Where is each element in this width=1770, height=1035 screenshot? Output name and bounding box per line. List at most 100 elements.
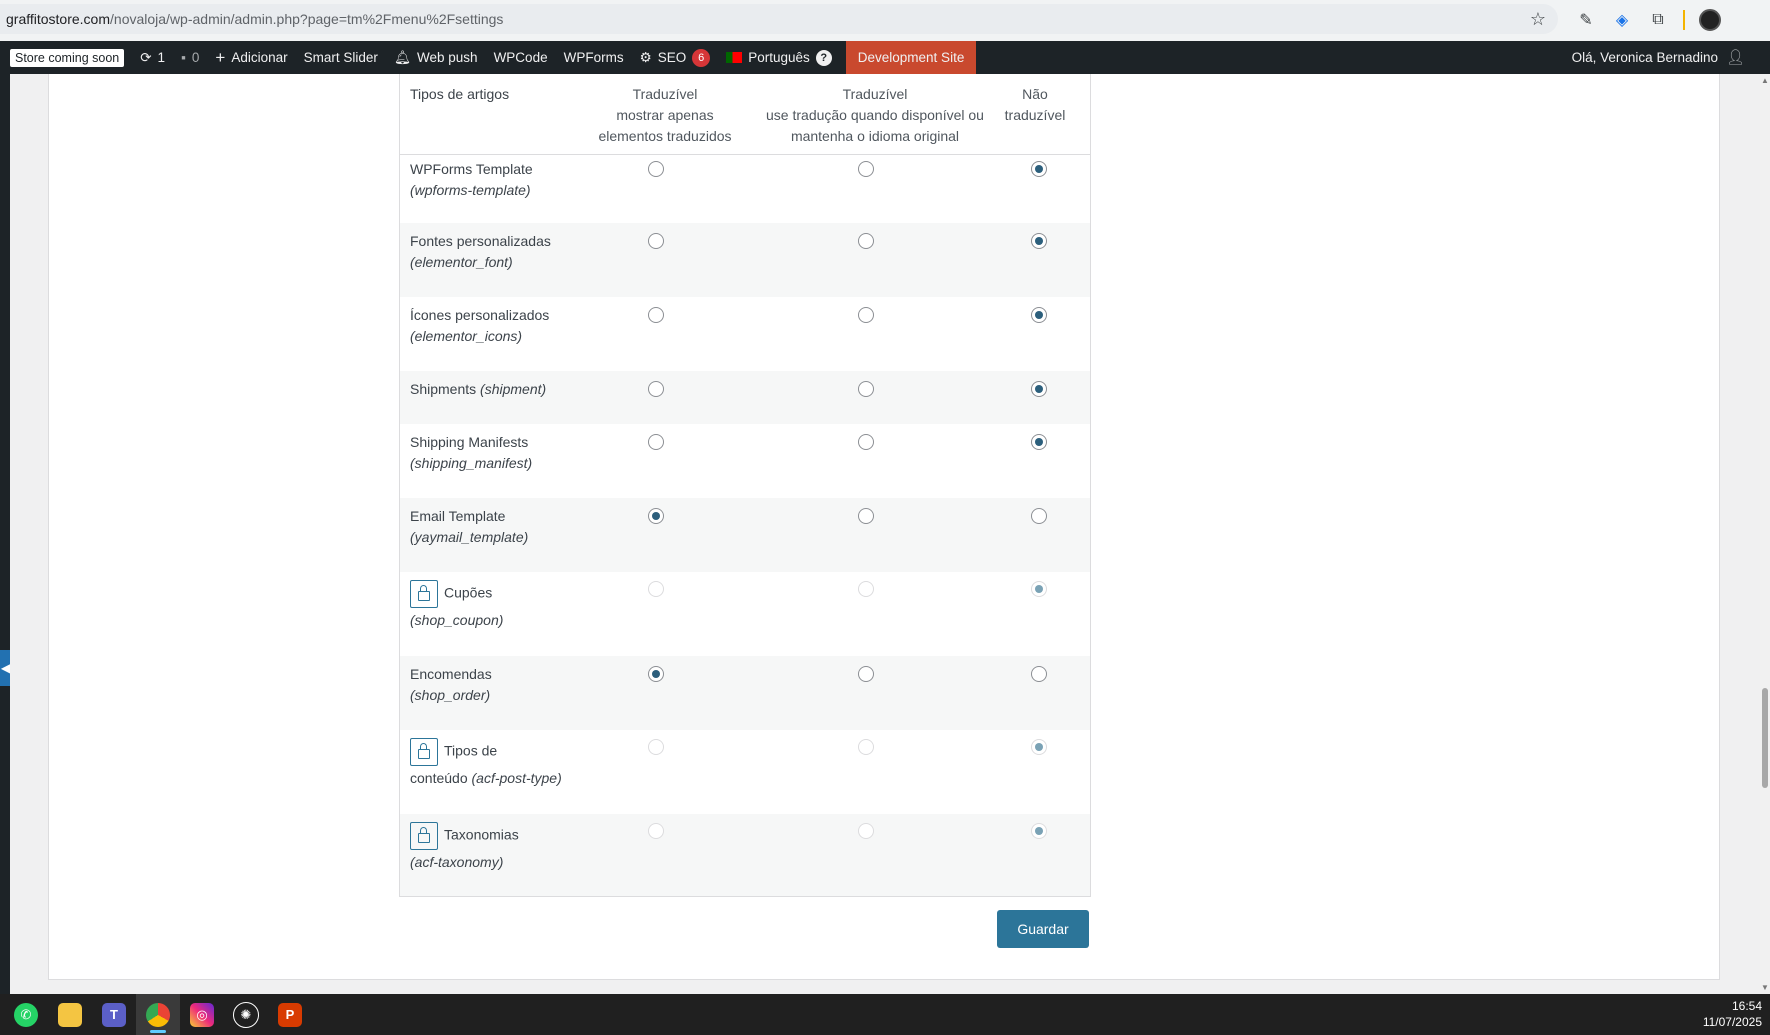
user-avatar-icon: 👤︎ xyxy=(1726,48,1746,66)
taskbar-instagram[interactable]: ◎ xyxy=(180,994,224,1035)
save-button[interactable]: Guardar xyxy=(997,910,1089,948)
profile-avatar[interactable] xyxy=(1699,9,1721,31)
table-row: Tipos de conteúdo (acf-post-type) xyxy=(400,730,1090,814)
radio-not-translatable xyxy=(1031,823,1047,839)
post-type-slug: (elementor_icons) xyxy=(410,328,523,344)
language-label: Português xyxy=(748,50,810,65)
comments-menu[interactable]: ▪ 0 xyxy=(173,41,207,74)
radio-translatable-only[interactable] xyxy=(648,508,664,524)
taskbar-file-explorer[interactable] xyxy=(48,994,92,1035)
scrollbar-thumb[interactable] xyxy=(1762,688,1768,788)
radio-translatable-only[interactable] xyxy=(648,666,664,682)
radio-not-translatable[interactable] xyxy=(1031,307,1047,323)
web-push-menu[interactable]: 🔔︎ Web push xyxy=(386,41,486,74)
radio-not-translatable[interactable] xyxy=(1031,381,1047,397)
post-type-name: Tipos de xyxy=(444,742,498,759)
scroll-down-arrow-icon[interactable]: ▼ xyxy=(1761,983,1769,992)
radio-translatable-fallback xyxy=(858,823,874,839)
post-type-label: Cupões (shop_coupon) xyxy=(410,580,503,631)
radio-translatable-only[interactable] xyxy=(648,233,664,249)
radio-not-translatable[interactable] xyxy=(1031,666,1047,682)
col2-subtitle-line2: mantenha o idioma original xyxy=(790,128,960,144)
radio-translatable-fallback[interactable] xyxy=(858,161,874,177)
table-row: Cupões (shop_coupon) xyxy=(400,572,1090,656)
radio-not-translatable[interactable] xyxy=(1031,508,1047,524)
col1-subtitle-line2: elementos traduzidos xyxy=(598,128,732,144)
wpforms-menu[interactable]: WPForms xyxy=(556,41,632,74)
radio-translatable-only[interactable] xyxy=(648,307,664,323)
app-icon: P xyxy=(278,1002,302,1027)
post-type-label: Tipos de conteúdo (acf-post-type) xyxy=(410,738,562,789)
page-scrollbar[interactable]: ▲ ▼ xyxy=(1760,74,1770,994)
wp-admin-bar: Store coming soon ⟳ 1 ▪ 0 + Adicionar Smart… xyxy=(0,41,1770,74)
user-account-menu[interactable]: Olá, Veronica Bernadino 👤︎ xyxy=(1572,41,1746,74)
scroll-up-arrow-icon[interactable]: ▲ xyxy=(1761,76,1769,85)
radio-translatable-only[interactable] xyxy=(648,434,664,450)
radio-translatable-only xyxy=(648,581,664,597)
add-new-label: Adicionar xyxy=(231,50,288,65)
seo-menu[interactable]: ⚙ SEO 6 xyxy=(632,41,719,74)
radio-not-translatable[interactable] xyxy=(1031,161,1047,177)
language-help-badge: ? xyxy=(815,49,832,66)
table-row: WPForms Template (wpforms-template) xyxy=(400,155,1090,223)
post-type-name: Shipping Manifests xyxy=(410,434,529,450)
post-type-slug: (acf-taxonomy) xyxy=(410,854,504,870)
post-type-label: Encomendas (shop_order) xyxy=(410,664,492,706)
post-type-label: Shipping Manifests (shipping_manifest) xyxy=(410,432,532,474)
col1-subtitle-line1: mostrar apenas xyxy=(616,107,714,123)
radio-translatable-fallback[interactable] xyxy=(858,666,874,682)
taskbar-whatsapp[interactable]: ✆ xyxy=(4,994,48,1035)
post-type-label: Taxonomias (acf-taxonomy) xyxy=(410,822,519,873)
radio-translatable-only[interactable] xyxy=(648,381,664,397)
development-site-badge[interactable]: Development Site xyxy=(845,41,977,74)
taskbar-app[interactable]: P xyxy=(268,994,312,1035)
updates-menu[interactable]: ⟳ 1 xyxy=(132,41,173,74)
extension-tag-icon[interactable]: ◈ xyxy=(1611,9,1633,31)
add-new-menu[interactable]: + Adicionar xyxy=(207,41,295,74)
extensions-puzzle-icon[interactable]: ⧉ xyxy=(1647,9,1669,31)
whatsapp-icon: ✆ xyxy=(14,1002,38,1027)
radio-not-translatable[interactable] xyxy=(1031,233,1047,249)
post-type-label: WPForms Template (wpforms-template) xyxy=(410,159,533,201)
system-clock[interactable]: 16:54 11/07/2025 xyxy=(1703,998,1762,1030)
taskbar-chatgpt[interactable]: ✺ xyxy=(224,994,268,1035)
updates-count: 1 xyxy=(157,50,166,65)
lock-icon xyxy=(410,580,438,608)
refresh-icon: ⟳ xyxy=(140,49,152,65)
radio-translatable-fallback[interactable] xyxy=(858,233,874,249)
instagram-icon: ◎ xyxy=(190,1002,214,1027)
col2-subtitle-line1: use tradução quando disponível ou xyxy=(766,107,984,123)
taskbar-chrome[interactable] xyxy=(136,994,180,1035)
seo-notification-badge: 6 xyxy=(692,48,711,67)
smart-slider-menu[interactable]: Smart Slider xyxy=(296,41,386,74)
post-type-name: Ícones personalizados xyxy=(410,307,550,323)
wpcode-menu[interactable]: WPCode xyxy=(486,41,556,74)
os-taskbar: ✆ T ◎ ✺ P 16:54 11/07/2025 xyxy=(0,994,1770,1035)
url-text[interactable]: graffitostore.com/novaloja/wp-admin/admi… xyxy=(6,11,503,27)
post-type-slug: (acf-post-type) xyxy=(471,770,562,786)
table-row: Taxonomias (acf-taxonomy) xyxy=(400,814,1090,896)
radio-not-translatable xyxy=(1031,581,1047,597)
taskbar-teams[interactable]: T xyxy=(92,994,136,1035)
store-coming-soon-badge[interactable]: Store coming soon xyxy=(10,48,125,67)
post-type-slug: (shipping_manifest) xyxy=(410,455,533,471)
radio-translatable-fallback[interactable] xyxy=(858,381,874,397)
post-type-label: Ícones personalizados (elementor_icons) xyxy=(410,305,549,347)
bookmark-star-icon[interactable]: ☆ xyxy=(1530,9,1546,30)
table-header: Tipos de artigos Traduzível mostrar apen… xyxy=(400,74,1090,155)
col3-title-line2: traduzível xyxy=(1004,107,1066,123)
post-type-slug: (wpforms-template) xyxy=(410,182,531,198)
radio-translatable-fallback[interactable] xyxy=(858,508,874,524)
eyedropper-icon[interactable]: ✎ xyxy=(1575,9,1597,31)
radio-not-translatable[interactable] xyxy=(1031,434,1047,450)
radio-translatable-only[interactable] xyxy=(648,161,664,177)
post-type-name: Email Template xyxy=(410,508,506,524)
folder-icon xyxy=(58,1002,82,1027)
radio-translatable-fallback[interactable] xyxy=(858,434,874,450)
table-row: Fontes personalizadas (elementor_font) xyxy=(400,223,1090,297)
address-bar[interactable]: graffitostore.com/novaloja/wp-admin/admi… xyxy=(0,4,1558,34)
comment-icon: ▪ xyxy=(181,50,186,65)
language-menu[interactable]: Português? xyxy=(718,41,840,74)
radio-translatable-fallback[interactable] xyxy=(858,307,874,323)
post-type-slug: (elementor_font) xyxy=(410,254,513,270)
